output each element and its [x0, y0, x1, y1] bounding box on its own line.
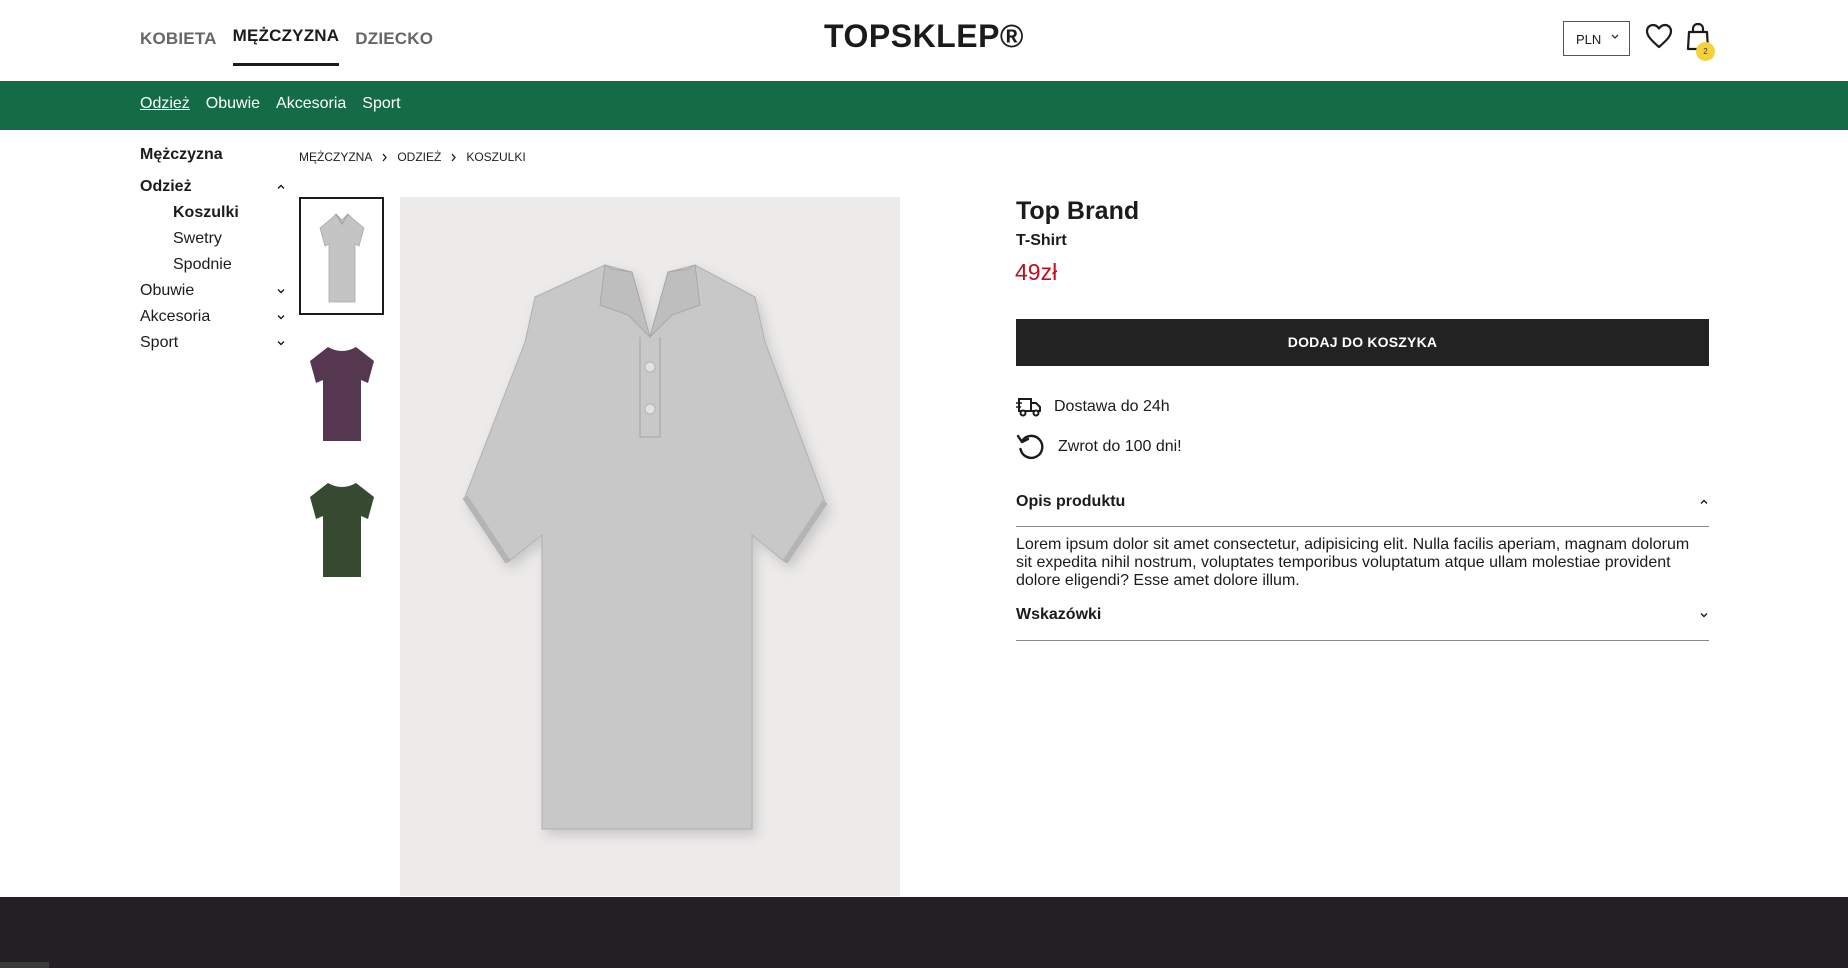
product-main-image[interactable]: [400, 197, 900, 896]
category-obuwie[interactable]: Obuwie: [206, 95, 260, 113]
sidebar-item-label: Koszulki: [173, 204, 239, 221]
purple-t-shirt-image: [309, 347, 374, 441]
footer-tab[interactable]: [0, 962, 49, 968]
divider: [1016, 640, 1709, 641]
sidebar-item-label: Obuwie: [140, 282, 195, 299]
product-description: Lorem ipsum dolor sit amet consectetur, …: [1016, 536, 1690, 589]
return-label: Zwrot do 100 dni!: [1058, 438, 1182, 455]
grey-polo-shirt-image: [462, 264, 828, 830]
currency-select[interactable]: PLN: [1563, 21, 1630, 56]
product-name: T-Shirt: [1016, 232, 1067, 249]
add-to-cart-button[interactable]: DODAJ DO KOSZYKA: [1016, 319, 1709, 366]
sidebar-item-swetry[interactable]: Swetry: [140, 230, 286, 256]
return-info: Zwrot do 100 dni!: [1016, 432, 1182, 462]
sidebar-item-spodnie[interactable]: Spodnie: [140, 256, 286, 282]
category-sidebar: Mężczyzna Odzież Koszulki Swetry Spodnie…: [140, 146, 286, 360]
chevron-down-icon: [277, 289, 285, 294]
sidebar-item-label: Sport: [140, 334, 179, 351]
sidebar-item-obuwie[interactable]: Obuwie: [140, 282, 286, 308]
category-akcesoria[interactable]: Akcesoria: [276, 95, 346, 113]
return-arrow-icon: [1016, 434, 1044, 460]
thumbnail-grey-polo[interactable]: [299, 197, 384, 315]
delivery-info: Dostawa do 24h: [1016, 396, 1170, 418]
breadcrumb-item[interactable]: MĘŻCZYZNA: [299, 150, 372, 164]
sidebar-item-koszulki[interactable]: Koszulki: [140, 204, 286, 230]
chevron-down-icon: [1611, 34, 1619, 39]
thumbnail-green-tshirt[interactable]: [299, 470, 384, 588]
sidebar-item-label: Akcesoria: [140, 308, 211, 325]
product-price: 49zł: [1015, 259, 1058, 285]
delivery-truck-icon: [1016, 398, 1041, 417]
category-bar: Odzież Obuwie Akcesoria Sport: [0, 81, 1848, 130]
green-t-shirt-image: [309, 483, 374, 577]
sidebar-item-odziez[interactable]: Odzież: [140, 178, 286, 204]
accordion-wskazowki[interactable]: Wskazówki: [1016, 606, 1709, 631]
chevron-down-icon: [1700, 613, 1708, 618]
category-odziez[interactable]: Odzież: [140, 95, 190, 113]
accordion-opis-produktu[interactable]: Opis produktu: [1016, 493, 1709, 518]
breadcrumb-item[interactable]: KOSZULKI: [466, 150, 525, 164]
delivery-label: Dostawa do 24h: [1054, 398, 1170, 415]
sidebar-item-label: Spodnie: [173, 256, 232, 273]
chevron-up-icon: [1700, 499, 1708, 504]
chevron-down-icon: [277, 341, 285, 346]
product-brand: Top Brand: [1016, 197, 1140, 225]
accordion-title: Wskazówki: [1016, 606, 1102, 623]
category-sport[interactable]: Sport: [362, 95, 400, 113]
grey-polo-shirt-image: [319, 213, 364, 303]
divider: [1016, 526, 1709, 527]
sidebar-item-label: Odzież: [140, 178, 192, 195]
cart-count-badge: 2: [1696, 42, 1715, 61]
thumbnail-purple-tshirt[interactable]: [299, 334, 384, 452]
sidebar-item-sport[interactable]: Sport: [140, 334, 286, 360]
breadcrumb-item[interactable]: ODZIEŻ: [397, 150, 441, 164]
footer: [0, 897, 1848, 968]
top-header: KOBIETA MĘŻCZYZNA DZIECKO TOPSKLEP® PLN …: [0, 0, 1848, 81]
sidebar-item-label: Swetry: [173, 230, 222, 247]
chevron-up-icon: [277, 184, 285, 189]
heart-icon[interactable]: [1645, 23, 1673, 49]
sidebar-item-akcesoria[interactable]: Akcesoria: [140, 308, 286, 334]
chevron-down-icon: [277, 315, 285, 320]
sidebar-title[interactable]: Mężczyzna: [140, 146, 286, 178]
chevron-right-icon: [451, 153, 457, 161]
accordion-title: Opis produktu: [1016, 493, 1126, 510]
currency-value: PLN: [1576, 32, 1602, 47]
chevron-right-icon: [382, 153, 388, 161]
breadcrumb: MĘŻCZYZNA ODZIEŻ KOSZULKI: [299, 150, 526, 164]
